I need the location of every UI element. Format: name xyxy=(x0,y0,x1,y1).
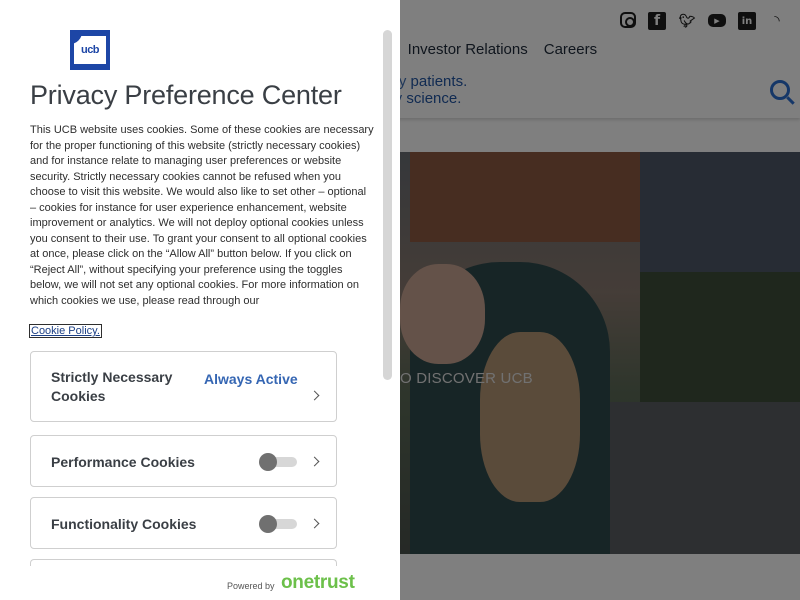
powered-by-label: Powered by xyxy=(227,581,275,591)
panel-title: Privacy Preference Center xyxy=(30,80,342,110)
functionality-toggle[interactable] xyxy=(259,515,297,533)
category-performance[interactable]: Performance Cookies xyxy=(30,435,337,487)
toggle-knob xyxy=(259,515,277,533)
panel-description: This UCB website uses cookies. Some of t… xyxy=(30,124,374,307)
toggle-knob xyxy=(259,453,277,471)
category-label: Functionality Cookies xyxy=(51,516,197,532)
panel-footer: Powered by onetrust xyxy=(0,566,400,600)
performance-toggle[interactable] xyxy=(259,453,297,471)
privacy-preference-panel: ucb Privacy Preference Center This UCB w… xyxy=(0,0,400,600)
chevron-right-icon[interactable] xyxy=(309,518,320,529)
chevron-right-icon[interactable] xyxy=(309,390,320,401)
category-functionality[interactable]: Functionality Cookies xyxy=(30,497,337,549)
chevron-right-icon[interactable] xyxy=(309,456,320,467)
always-active-status: Always Active xyxy=(204,371,298,387)
ucb-logo: ucb xyxy=(70,30,110,70)
category-label: Strictly Necessary Cookies xyxy=(51,369,173,404)
logo-text: ucb xyxy=(80,44,100,56)
category-label: Performance Cookies xyxy=(51,454,195,470)
cookie-policy-link[interactable]: Cookie Policy. xyxy=(29,324,102,338)
onetrust-logo[interactable]: onetrust xyxy=(281,572,355,594)
category-strictly-necessary[interactable]: Strictly Necessary Cookies Always Active xyxy=(30,351,337,422)
panel-scrollbar[interactable] xyxy=(383,30,392,380)
